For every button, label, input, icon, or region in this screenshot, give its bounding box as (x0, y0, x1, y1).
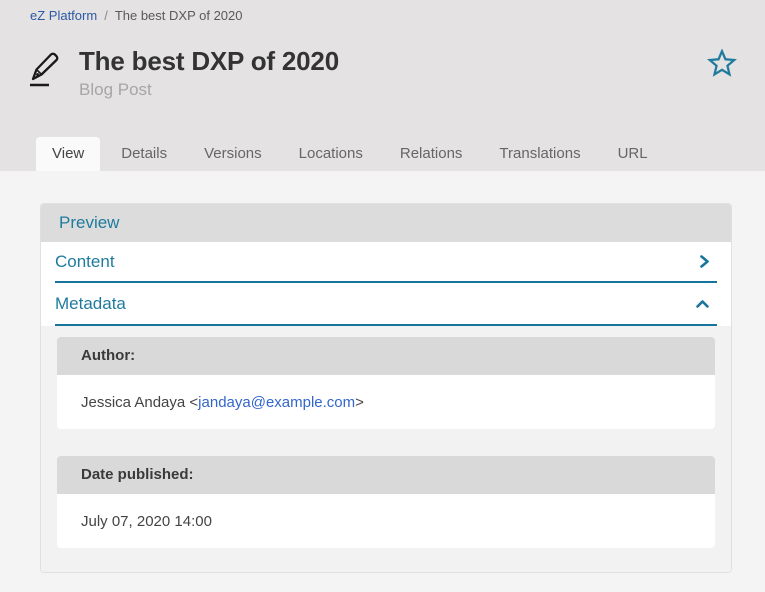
tab-url[interactable]: URL (602, 137, 664, 171)
metadata-section-label: Metadata (55, 294, 126, 314)
date-published-field: Date published: July 07, 2020 14:00 (57, 456, 715, 548)
date-published-field-label: Date published: (57, 456, 715, 494)
title-row: The best DXP of 2020 Blog Post (0, 23, 765, 100)
fountain-pen-icon (25, 49, 63, 89)
content-type-label: Blog Post (79, 80, 707, 100)
preview-panel-header: Preview (41, 204, 731, 242)
author-name-text: Jessica Andaya < (81, 394, 198, 411)
author-text-suffix: > (355, 394, 364, 411)
author-email-link[interactable]: jandaya@example.com (198, 394, 355, 411)
main-content: Preview Content Metadata Author: Jessic (0, 203, 765, 573)
breadcrumb-separator: / (104, 8, 108, 23)
author-field: Author: Jessica Andaya <jandaya@example.… (57, 337, 715, 429)
date-published-text: July 07, 2020 14:00 (81, 513, 212, 530)
tab-versions[interactable]: Versions (188, 137, 278, 171)
breadcrumb-current: The best DXP of 2020 (115, 8, 243, 23)
breadcrumb: eZ Platform / The best DXP of 2020 (0, 0, 765, 23)
content-section-label: Content (55, 252, 115, 272)
breadcrumb-home-link[interactable]: eZ Platform (30, 8, 97, 23)
tab-details[interactable]: Details (105, 137, 183, 171)
chevron-up-icon (695, 299, 710, 309)
tab-view[interactable]: View (36, 137, 100, 171)
title-block: The best DXP of 2020 Blog Post (79, 47, 707, 100)
content-section-toggle[interactable]: Content (55, 242, 717, 283)
metadata-section-toggle[interactable]: Metadata (55, 283, 717, 326)
content-tabs: View Details Versions Locations Relation… (36, 137, 669, 171)
chevron-right-icon (699, 254, 710, 269)
page-header: eZ Platform / The best DXP of 2020 The b… (0, 0, 765, 171)
metadata-section-body: Author: Jessica Andaya <jandaya@example.… (41, 326, 731, 572)
tab-locations[interactable]: Locations (283, 137, 379, 171)
date-published-field-value: July 07, 2020 14:00 (57, 494, 715, 548)
bookmark-star-icon[interactable] (707, 49, 737, 82)
author-field-label: Author: (57, 337, 715, 375)
author-field-value: Jessica Andaya <jandaya@example.com> (57, 375, 715, 429)
page-title: The best DXP of 2020 (79, 47, 707, 77)
tab-translations[interactable]: Translations (483, 137, 596, 171)
tab-relations[interactable]: Relations (384, 137, 479, 171)
preview-card: Preview Content Metadata Author: Jessic (40, 203, 732, 573)
